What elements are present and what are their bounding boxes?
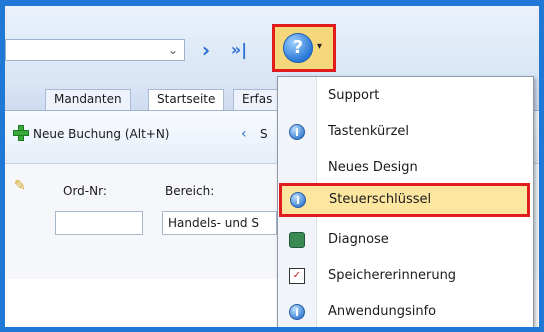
- menu-item-speichererinnerung[interactable]: ✓ Speichererinnerung: [278, 259, 531, 293]
- menu-item-tastenkuerzel[interactable]: i Tastenkürzel: [278, 115, 531, 149]
- menu-item-label: Anwendungsinfo: [328, 304, 437, 319]
- menu-item-label: Tastenkürzel: [328, 124, 410, 139]
- menu-item-label: Steuerschlüssel: [329, 192, 432, 207]
- info-icon: i: [289, 304, 305, 320]
- bereich-input[interactable]: Handels- und S: [162, 211, 277, 235]
- help-icon[interactable]: ?: [283, 33, 313, 63]
- add-icon: [13, 125, 29, 141]
- new-booking-button[interactable]: Neue Buchung (Alt+N): [33, 127, 170, 141]
- menu-item-label: Speichererinnerung: [328, 268, 457, 283]
- top-toolbar: ⌄ › »| ? ▾: [5, 6, 539, 77]
- menu-item-label: Diagnose: [328, 232, 389, 247]
- last-arrow-icon[interactable]: »|: [228, 39, 250, 61]
- navigation-combobox[interactable]: ⌄: [5, 39, 185, 61]
- next-arrow-icon[interactable]: ›: [195, 39, 217, 61]
- bereich-label: Bereich:: [165, 184, 215, 198]
- menu-item-diagnose[interactable]: Diagnose: [278, 223, 531, 257]
- pencil-icon: ✎: [14, 178, 26, 194]
- menu-item-steuerschluessel[interactable]: i Steuerschlüssel: [279, 183, 530, 217]
- menu-item-neues-design[interactable]: Neues Design: [278, 151, 531, 185]
- ord-nr-input[interactable]: [55, 211, 143, 235]
- share-button-label[interactable]: S: [260, 127, 268, 141]
- menu-item-label: Neues Design: [328, 160, 418, 175]
- dropdown-caret-icon[interactable]: ▾: [317, 41, 322, 52]
- tab-startseite[interactable]: Startseite: [148, 89, 225, 110]
- memory-reminder-icon: ✓: [289, 268, 305, 284]
- menu-item-label: Support: [328, 88, 380, 103]
- help-menu-button[interactable]: ? ▾: [272, 24, 336, 72]
- ord-nr-label: Ord-Nr:: [63, 184, 107, 198]
- menu-item-anwendungsinfo[interactable]: i Anwendungsinfo: [278, 295, 531, 327]
- app-window: ⌄ › »| ? ▾ Mandanten Startseite Erfas Ne…: [0, 0, 544, 332]
- tab-mandanten[interactable]: Mandanten: [45, 89, 131, 110]
- info-icon: i: [290, 192, 306, 208]
- menu-item-support[interactable]: Support: [278, 79, 531, 113]
- help-dropdown-menu: Support i Tastenkürzel Neues Design i St…: [277, 76, 534, 327]
- diagnose-icon: [289, 232, 305, 248]
- tab-erfassung[interactable]: Erfas: [233, 89, 282, 110]
- chevron-down-icon[interactable]: ⌄: [164, 42, 182, 58]
- share-icon[interactable]: ‹: [241, 126, 247, 142]
- info-icon: i: [289, 124, 305, 140]
